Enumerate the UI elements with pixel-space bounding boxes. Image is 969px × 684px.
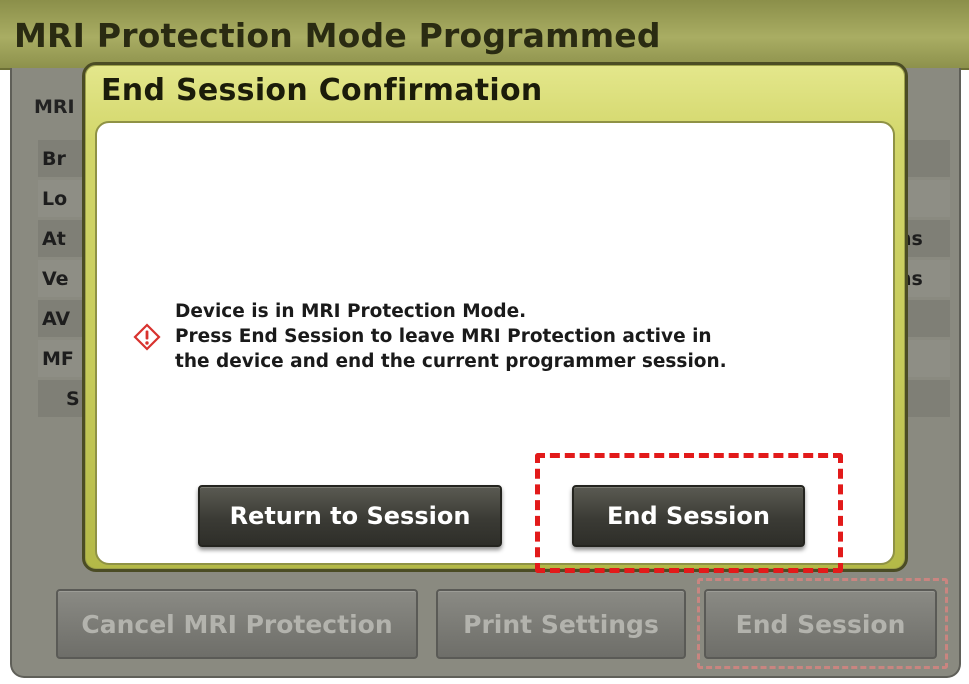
background-title: MRI Protection Mode Programmed — [14, 16, 661, 55]
row-label: AV — [42, 308, 71, 330]
warning-diamond-icon — [133, 323, 161, 351]
background-section-label: MRI — [34, 96, 75, 118]
background-end-session-highlight — [697, 578, 948, 669]
dialog-message: Device is in MRI Protection Mode. Press … — [175, 299, 727, 374]
row-label: Br — [42, 148, 66, 170]
background-titlebar: MRI Protection Mode Programmed — [0, 0, 969, 70]
end-session-highlight — [535, 453, 843, 573]
cancel-mri-protection-button[interactable]: Cancel MRI Protection — [56, 589, 418, 659]
dialog-message-line2: Press End Session to leave MRI Protectio… — [175, 326, 712, 347]
row-label: Lo — [42, 188, 68, 210]
print-settings-button[interactable]: Print Settings — [436, 589, 686, 659]
return-to-session-button[interactable]: Return to Session — [198, 485, 502, 547]
end-session-dialog: End Session Confirmation Device is in MR… — [82, 62, 908, 573]
row-label: S — [66, 388, 80, 410]
row-label: MF — [42, 348, 74, 370]
dialog-title: End Session Confirmation — [101, 73, 543, 108]
dialog-body: Device is in MRI Protection Mode. Press … — [95, 121, 895, 573]
row-label: At — [42, 228, 66, 250]
dialog-message-line3: the device and end the current programme… — [175, 351, 727, 372]
row-label: Ve — [42, 268, 69, 290]
dialog-message-line1: Device is in MRI Protection Mode. — [175, 301, 527, 322]
